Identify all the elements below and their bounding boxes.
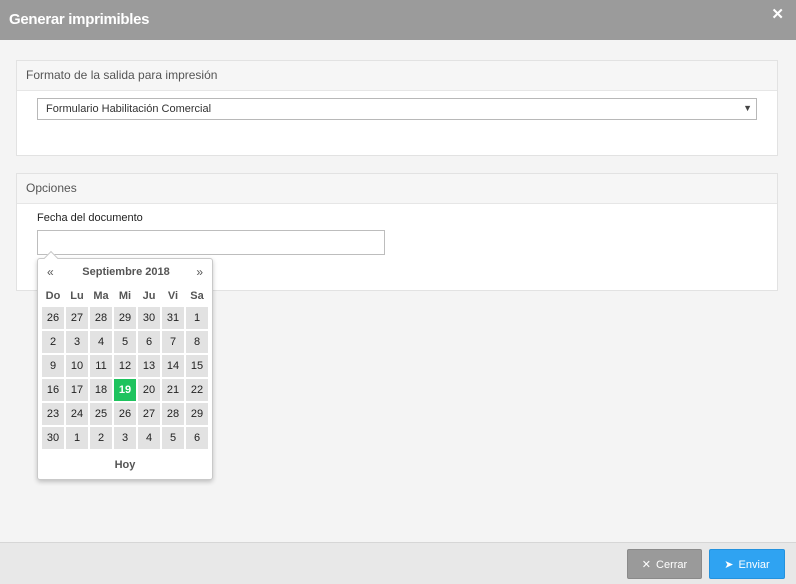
day-cell[interactable]: 28 bbox=[90, 307, 112, 329]
chevron-down-icon: ▼ bbox=[743, 103, 752, 113]
datepicker-grid: Do Lu Ma Mi Ju Vi Sa 26 27 28 29 30 31 1 2 3 4 5 6 7 8 9 10 11 1… bbox=[42, 287, 208, 449]
day-cell[interactable]: 30 bbox=[42, 427, 64, 449]
close-icon: ✕ bbox=[641, 559, 652, 571]
day-cell[interactable]: 12 bbox=[114, 355, 136, 377]
options-panel-heading: Opciones bbox=[17, 174, 777, 204]
day-cell[interactable]: 8 bbox=[186, 331, 208, 353]
day-cell[interactable]: 26 bbox=[114, 403, 136, 425]
day-cell[interactable]: 11 bbox=[90, 355, 112, 377]
next-month-button[interactable]: » bbox=[196, 265, 203, 279]
day-cell[interactable]: 4 bbox=[138, 427, 160, 449]
day-cell[interactable]: 3 bbox=[114, 427, 136, 449]
day-cell[interactable]: 25 bbox=[90, 403, 112, 425]
dialog-titlebar: Generar imprimibles ✕ bbox=[0, 0, 796, 40]
weekday-header: Vi bbox=[167, 290, 179, 302]
day-cell[interactable]: 14 bbox=[162, 355, 184, 377]
weekday-header: Ma bbox=[93, 290, 109, 302]
today-button[interactable]: Hoy bbox=[38, 459, 212, 471]
day-cell[interactable]: 16 bbox=[42, 379, 64, 401]
weekday-header: Ju bbox=[142, 290, 156, 302]
day-cell[interactable]: 3 bbox=[66, 331, 88, 353]
date-input[interactable] bbox=[37, 230, 385, 255]
day-cell-selected[interactable]: 19 bbox=[114, 379, 136, 401]
day-cell[interactable]: 5 bbox=[162, 427, 184, 449]
send-button-label: Enviar bbox=[738, 559, 770, 571]
close-button-label: Cerrar bbox=[656, 559, 688, 571]
day-cell[interactable]: 15 bbox=[186, 355, 208, 377]
day-cell[interactable]: 31 bbox=[162, 307, 184, 329]
day-cell[interactable]: 27 bbox=[66, 307, 88, 329]
format-select-value: Formulario Habilitación Comercial bbox=[46, 103, 212, 115]
send-icon: ➤ bbox=[724, 559, 734, 571]
day-cell[interactable]: 10 bbox=[66, 355, 88, 377]
date-field-label: Fecha del documento bbox=[37, 212, 143, 224]
day-cell[interactable]: 13 bbox=[138, 355, 160, 377]
day-cell[interactable]: 28 bbox=[162, 403, 184, 425]
format-select[interactable]: Formulario Habilitación Comercial ▼ bbox=[37, 98, 757, 120]
datepicker: « Septiembre 2018 » Do Lu Ma Mi Ju Vi Sa 26 27 28… bbox=[37, 250, 213, 480]
day-cell[interactable]: 17 bbox=[66, 379, 88, 401]
day-cell[interactable]: 24 bbox=[66, 403, 88, 425]
send-button[interactable]: ➤ Enviar bbox=[709, 549, 785, 579]
dialog-title: Generar imprimibles bbox=[9, 11, 150, 28]
day-cell[interactable]: 7 bbox=[162, 331, 184, 353]
day-cell[interactable]: 2 bbox=[90, 427, 112, 449]
day-cell[interactable]: 1 bbox=[186, 307, 208, 329]
day-cell[interactable]: 22 bbox=[186, 379, 208, 401]
day-cell[interactable]: 29 bbox=[114, 307, 136, 329]
close-icon[interactable]: ✕ bbox=[771, 5, 784, 23]
format-panel-heading: Formato de la salida para impresión bbox=[17, 61, 777, 91]
day-cell[interactable]: 26 bbox=[42, 307, 64, 329]
day-cell[interactable]: 21 bbox=[162, 379, 184, 401]
day-cell[interactable]: 4 bbox=[90, 331, 112, 353]
day-cell[interactable]: 20 bbox=[138, 379, 160, 401]
datepicker-header: « Septiembre 2018 » bbox=[42, 265, 210, 281]
day-cell[interactable]: 29 bbox=[186, 403, 208, 425]
weekday-header: Mi bbox=[118, 290, 132, 302]
day-cell[interactable]: 27 bbox=[138, 403, 160, 425]
day-cell[interactable]: 6 bbox=[186, 427, 208, 449]
day-cell[interactable]: 5 bbox=[114, 331, 136, 353]
weekday-header: Do bbox=[45, 290, 61, 302]
day-cell[interactable]: 9 bbox=[42, 355, 64, 377]
day-cell[interactable]: 30 bbox=[138, 307, 160, 329]
weekday-header: Sa bbox=[190, 290, 204, 302]
close-button[interactable]: ✕ Cerrar bbox=[627, 549, 702, 579]
day-cell[interactable]: 1 bbox=[66, 427, 88, 449]
day-cell[interactable]: 18 bbox=[90, 379, 112, 401]
day-cell[interactable]: 2 bbox=[42, 331, 64, 353]
day-cell[interactable]: 23 bbox=[42, 403, 64, 425]
weekday-header: Lu bbox=[70, 290, 84, 302]
day-cell[interactable]: 6 bbox=[138, 331, 160, 353]
datepicker-month-label[interactable]: Septiembre 2018 bbox=[42, 266, 210, 278]
dialog-footer: ✕ Cerrar ➤ Enviar bbox=[0, 542, 796, 584]
format-panel: Formato de la salida para impresión Form… bbox=[16, 60, 778, 156]
